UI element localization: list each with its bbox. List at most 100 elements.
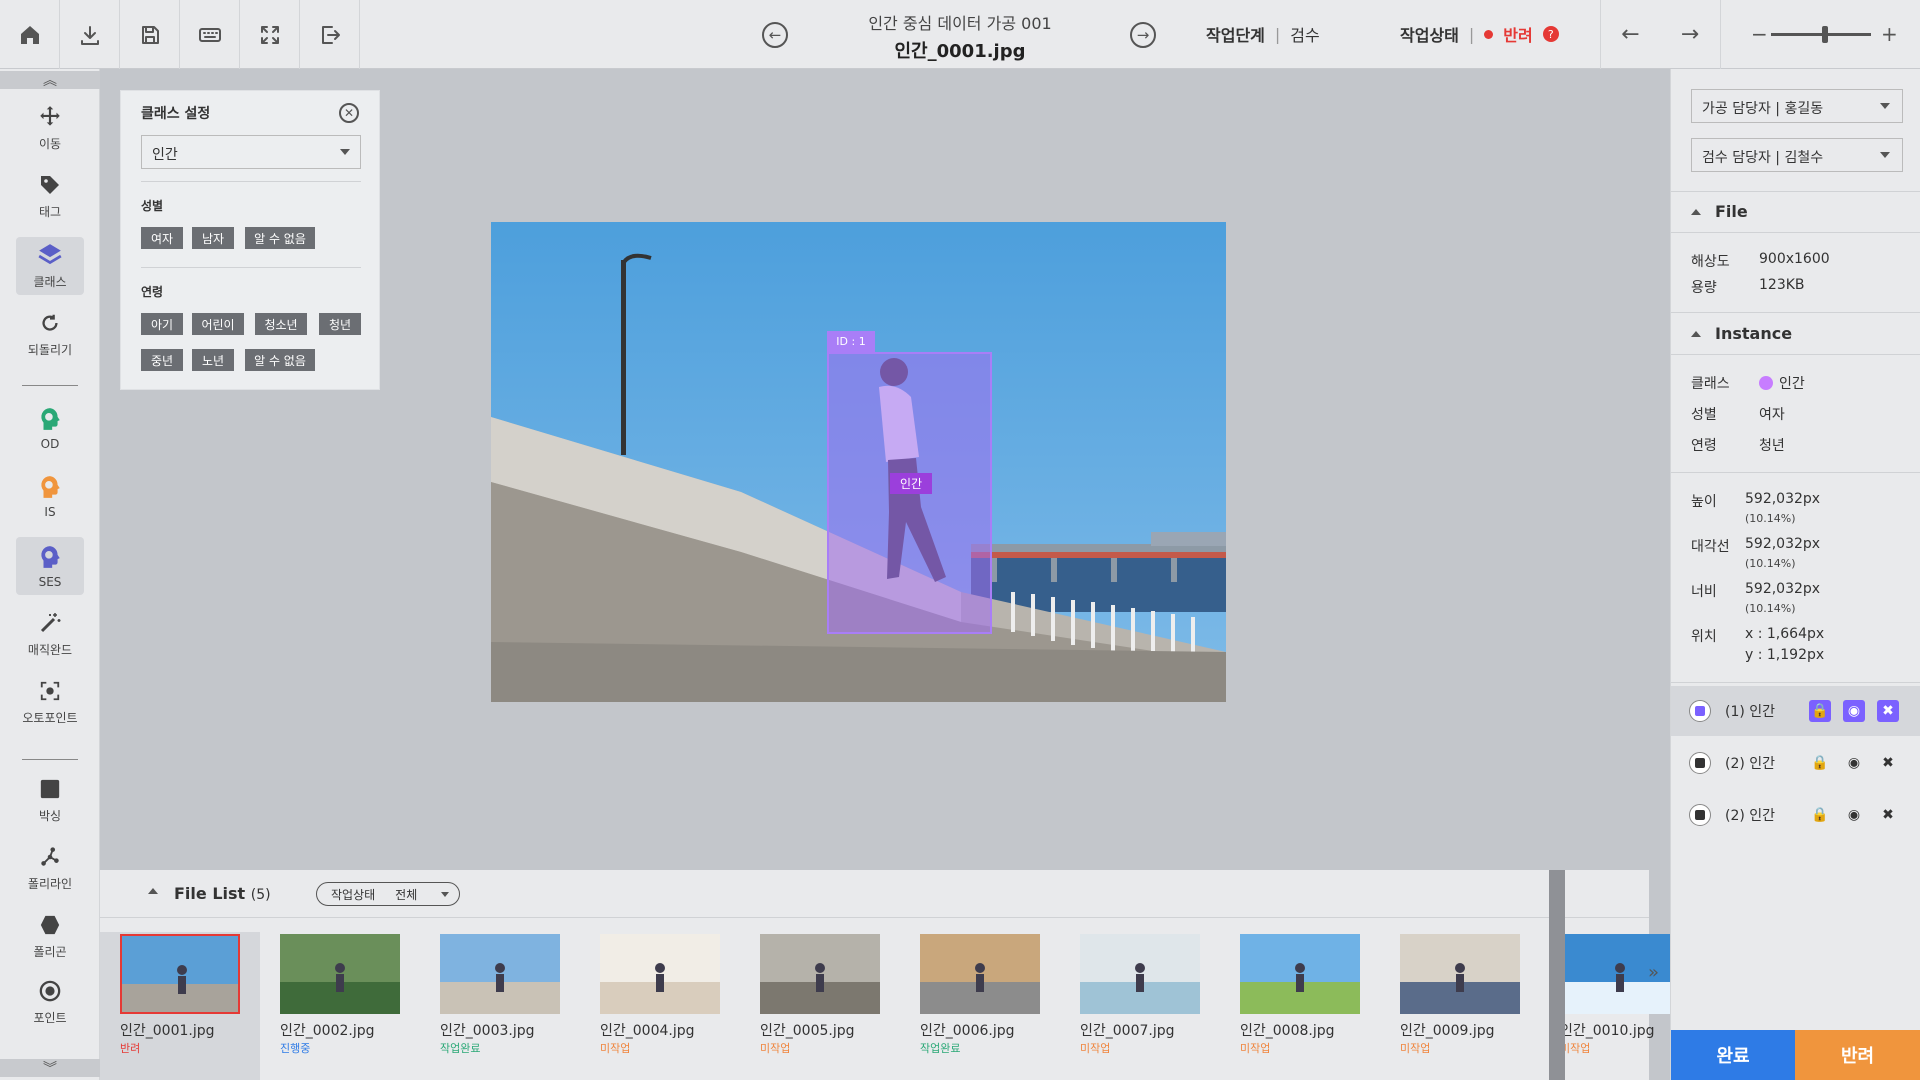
- arrow-right-icon: →: [1680, 22, 1700, 47]
- instance-row[interactable]: (2) 인간 🔒 ◉ ✖: [1671, 738, 1920, 788]
- eye-icon[interactable]: ◉: [1843, 804, 1865, 826]
- gender-label: 성별: [1691, 407, 1717, 423]
- lock-icon[interactable]: 🔒: [1809, 752, 1831, 774]
- collapse-toggle-icon[interactable]: [148, 888, 158, 894]
- collapse-triangle-icon: [1691, 208, 1701, 215]
- instance-section-toggle[interactable]: Instance: [1691, 324, 1792, 343]
- thumbnail-image: [1080, 934, 1200, 1014]
- thumbnail-status: 진행중: [280, 1042, 311, 1055]
- tool-point[interactable]: 포인트: [16, 973, 84, 1031]
- file-list-scrollbar[interactable]: [1549, 870, 1565, 1080]
- collapse-triangle-icon: [1691, 330, 1701, 337]
- tool-is[interactable]: IS: [16, 467, 84, 525]
- save-icon: [141, 25, 159, 44]
- file-thumbnail[interactable]: 인간_0006.jpg 작업완료: [900, 932, 1060, 1080]
- thumbnail-status: 작업완료: [440, 1042, 481, 1055]
- zoom-slider-handle[interactable]: [1822, 26, 1828, 43]
- download-button[interactable]: [60, 0, 120, 69]
- thumbnail-filename: 인간_0007.jpg: [1080, 1023, 1175, 1039]
- delete-icon[interactable]: ✖: [1877, 804, 1899, 826]
- file-list-panel: File List (5) 작업상태 전체 인간_0001.jpg 반려 인간_00…: [100, 870, 1680, 1080]
- eye-off-icon[interactable]: ◉: [1843, 700, 1865, 722]
- age-option-teen[interactable]: 청소년: [255, 313, 307, 335]
- file-thumbnail[interactable]: 인간_0002.jpg 진행중: [260, 932, 420, 1080]
- height-label: 높이: [1691, 494, 1717, 510]
- status-dot-icon: [1484, 29, 1494, 39]
- age-option-senior[interactable]: 노년: [192, 349, 234, 371]
- fullscreen-button[interactable]: [240, 0, 300, 69]
- reviewer-select[interactable]: 검수 담당자 | 김철수: [1691, 138, 1903, 172]
- file-thumbnail[interactable]: 인간_0008.jpg 미작업: [1220, 932, 1380, 1080]
- class-select[interactable]: 인간: [141, 135, 361, 169]
- tool-box[interactable]: 박싱: [16, 771, 84, 829]
- age-option-baby[interactable]: 아기: [141, 313, 183, 335]
- age-option-unknown[interactable]: 알 수 없음: [245, 349, 315, 371]
- thumbnail-status: 작업완료: [920, 1042, 961, 1055]
- file-thumbnail[interactable]: 인간_0007.jpg 미작업: [1060, 932, 1220, 1080]
- file-thumbnail[interactable]: 인간_0009.jpg 미작업: [1380, 932, 1540, 1080]
- redo-arrow-button[interactable]: →: [1660, 0, 1720, 69]
- lock-icon[interactable]: 🔒: [1809, 700, 1831, 722]
- home-button[interactable]: [0, 0, 60, 69]
- complete-button[interactable]: 완료: [1671, 1030, 1795, 1080]
- file-thumbnail[interactable]: 인간_0001.jpg 반려: [100, 932, 260, 1080]
- file-list-header: File List (5) 작업상태 전체: [100, 870, 1649, 918]
- reject-button[interactable]: 반려: [1795, 1030, 1920, 1080]
- thumbnail-filename: 인간_0009.jpg: [1400, 1023, 1495, 1039]
- gender-option-male[interactable]: 남자: [192, 227, 234, 249]
- size-label: 용량: [1691, 280, 1717, 296]
- zoom-out-button[interactable]: −: [1751, 22, 1768, 46]
- tool-tag[interactable]: 태그: [16, 167, 84, 225]
- age-option-young-adult[interactable]: 청년: [319, 313, 361, 335]
- tool-polyline[interactable]: 폴리라인: [16, 839, 84, 897]
- file-thumbnail[interactable]: 인간_0005.jpg 미작업: [740, 932, 900, 1080]
- eye-icon[interactable]: ◉: [1843, 752, 1865, 774]
- close-icon[interactable]: ✕: [339, 103, 359, 123]
- status-filter-select[interactable]: 작업상태 전체: [316, 882, 460, 906]
- file-thumbnail[interactable]: 인간_0004.jpg 미작업: [580, 932, 740, 1080]
- gender-option-unknown[interactable]: 알 수 없음: [245, 227, 315, 249]
- zoom-slider-track[interactable]: [1771, 33, 1871, 36]
- keyboard-shortcuts-button[interactable]: [180, 0, 240, 69]
- next-file-button[interactable]: →: [1130, 22, 1156, 48]
- tool-od[interactable]: OD: [16, 399, 84, 457]
- help-icon[interactable]: ?: [1542, 26, 1559, 42]
- worker-select[interactable]: 가공 담당자 | 홍길동: [1691, 89, 1903, 123]
- gender-option-female[interactable]: 여자: [141, 227, 183, 249]
- tool-magic-wand[interactable]: 매직완드: [16, 605, 84, 663]
- tool-move[interactable]: 이동: [16, 99, 84, 157]
- file-section-toggle[interactable]: File: [1691, 202, 1748, 221]
- instance-select-radio[interactable]: [1689, 804, 1711, 826]
- undo-arrow-button[interactable]: ←: [1600, 0, 1660, 69]
- tag-icon: [37, 172, 63, 198]
- instance-select-radio[interactable]: [1689, 700, 1711, 722]
- instance-select-radio[interactable]: [1689, 752, 1711, 774]
- delete-icon[interactable]: ✖: [1877, 700, 1899, 722]
- tool-undo[interactable]: 되돌리기: [16, 305, 84, 363]
- zoom-in-button[interactable]: +: [1881, 22, 1898, 46]
- instance-row[interactable]: (2) 인간 🔒 ◉ ✖: [1671, 790, 1920, 840]
- home-icon: [20, 25, 39, 44]
- tool-polygon[interactable]: 폴리곤: [16, 907, 84, 965]
- age-option-child[interactable]: 어린이: [192, 313, 244, 335]
- file-thumbnail[interactable]: 인간_0003.jpg 작업완료: [420, 932, 580, 1080]
- lock-icon[interactable]: 🔒: [1809, 804, 1831, 826]
- save-button[interactable]: [120, 0, 180, 69]
- tool-class[interactable]: 클래스: [16, 237, 84, 295]
- logout-button[interactable]: [300, 0, 360, 69]
- chevron-double-right-icon[interactable]: »: [1648, 962, 1668, 986]
- age-option-middle-aged[interactable]: 중년: [141, 349, 183, 371]
- status-label: 작업상태: [1400, 26, 1459, 45]
- class-panel-title: 클래스 설정: [141, 106, 211, 122]
- delete-icon[interactable]: ✖: [1877, 752, 1899, 774]
- toolbar-scroll-down[interactable]: ︾: [0, 1059, 100, 1077]
- tool-ses[interactable]: SES: [16, 537, 84, 595]
- diagonal-value: 592,032px: [1745, 536, 1821, 552]
- thumbnail-image: [600, 934, 720, 1014]
- instance-row[interactable]: (1) 인간 🔒 ◉ ✖: [1671, 686, 1920, 736]
- tool-autopoint[interactable]: 오토포인트: [16, 673, 84, 731]
- toolbar-scroll-up[interactable]: ︽: [0, 71, 100, 89]
- thumbnail-image: [920, 934, 1040, 1014]
- age-label: 연령: [1691, 438, 1717, 454]
- width-label: 너비: [1691, 584, 1717, 600]
